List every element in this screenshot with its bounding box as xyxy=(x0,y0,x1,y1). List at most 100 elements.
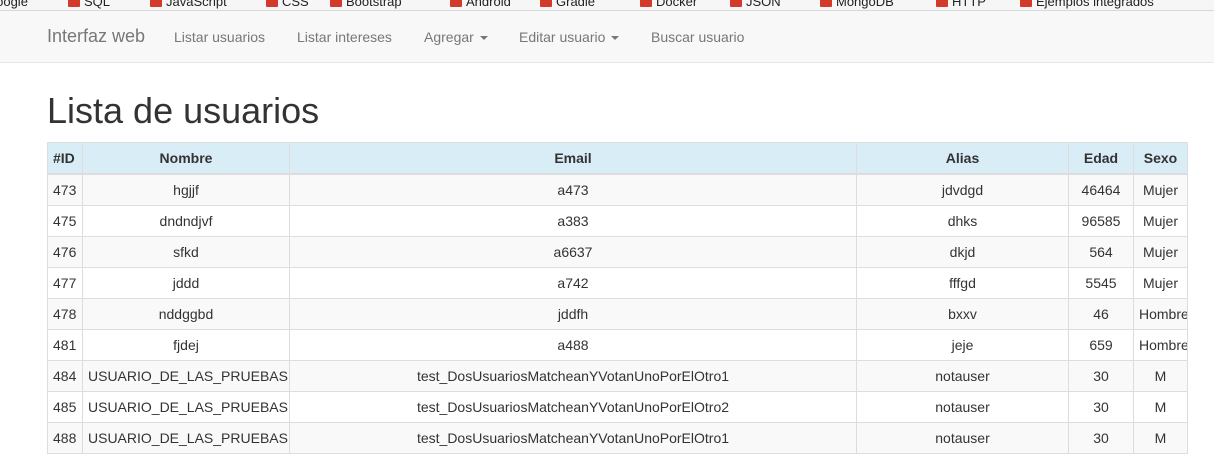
cell-nombre: nddggbd xyxy=(82,298,290,330)
nav-item-listar-intereses[interactable]: Listar intereses xyxy=(297,29,392,45)
cell-id: 473 xyxy=(47,173,83,206)
cell-edad: 564 xyxy=(1068,236,1134,268)
cell-alias: jeje xyxy=(856,329,1069,361)
cell-id: 485 xyxy=(47,391,83,423)
cell-email: a6637 xyxy=(289,236,857,268)
cell-edad: 30 xyxy=(1068,391,1134,423)
bookmark-item[interactable]: JSON xyxy=(730,0,781,9)
cell-nombre: dndndjvf xyxy=(82,205,290,237)
cell-email: a383 xyxy=(289,205,857,237)
cell-nombre: hgjjf xyxy=(82,173,290,206)
table-row: 476 sfkd a6637 dkjd 564 Mujer xyxy=(47,236,1188,268)
table-row: 475 dndndjvf a383 dhks 96585 Mujer xyxy=(47,205,1188,237)
bookmark-item[interactable]: CSS xyxy=(266,0,309,9)
table-row: 477 jddd a742 fffgd 5545 Mujer xyxy=(47,267,1188,299)
cell-nombre: jddd xyxy=(82,267,290,299)
bookmark-icon xyxy=(540,0,552,7)
cell-nombre: sfkd xyxy=(82,236,290,268)
table-row: 478 nddggbd jddfh bxxv 46 Hombre xyxy=(47,298,1188,330)
bookmark-icon xyxy=(1020,0,1032,7)
nav-item-label: Listar usuarios xyxy=(174,29,266,45)
cell-sexo: Hombre xyxy=(1133,298,1188,330)
cell-sexo: M xyxy=(1133,391,1188,423)
nav-item-buscar-usuario[interactable]: Buscar usuario xyxy=(651,29,744,45)
bookmark-item[interactable]: SQL xyxy=(68,0,111,9)
cell-email: test_DosUsuariosMatcheanYVotanUnoPorElOt… xyxy=(289,422,857,454)
cell-sexo: Mujer xyxy=(1133,205,1188,237)
cell-email: a488 xyxy=(289,329,857,361)
cell-email: a473 xyxy=(289,173,857,206)
cell-id: 475 xyxy=(47,205,83,237)
column-header-id: #ID xyxy=(47,142,83,175)
bookmark-label: SQL xyxy=(84,0,111,9)
bookmark-label: HTTP xyxy=(952,0,986,9)
nav-item-label: Agregar xyxy=(424,29,474,45)
navbar-brand[interactable]: Interfaz web xyxy=(47,26,145,47)
cell-id: 478 xyxy=(47,298,83,330)
cell-nombre: USUARIO_DE_LAS_PRUEBAS xyxy=(82,391,290,423)
cell-id: 477 xyxy=(47,267,83,299)
bookmark-label: Ejemplos integrados xyxy=(1036,0,1154,9)
bookmark-item[interactable]: Android xyxy=(450,0,511,9)
bookmark-label: Android xyxy=(466,0,511,9)
nav-item-label: Buscar usuario xyxy=(651,29,745,45)
bookmark-item[interactable]: Gradle xyxy=(540,0,596,9)
bookmark-label: Gradle xyxy=(556,0,596,9)
cell-id: 488 xyxy=(47,422,83,454)
cell-edad: 46464 xyxy=(1068,173,1134,206)
cell-alias: notauser xyxy=(856,360,1069,392)
cell-sexo: Mujer xyxy=(1133,267,1188,299)
bookmark-icon xyxy=(150,0,162,7)
bookmark-label: CSS xyxy=(282,0,309,9)
page-title: Lista de usuarios xyxy=(47,90,320,131)
bookmark-item[interactable]: JavaScript xyxy=(150,0,227,9)
bookmark-item[interactable]: Docker xyxy=(640,0,697,9)
nav-item-listar-usuarios[interactable]: Listar usuarios xyxy=(174,29,265,45)
bookmark-label: Google xyxy=(0,0,28,9)
cell-alias: dhks xyxy=(856,205,1069,237)
table-row: 488 USUARIO_DE_LAS_PRUEBAS test_DosUsuar… xyxy=(47,422,1188,454)
bookmark-item[interactable]: Ejemplos integrados xyxy=(1020,0,1154,9)
cell-alias: jdvdgd xyxy=(856,173,1069,206)
bookmark-icon xyxy=(450,0,462,7)
nav-item-agregar-dropdown[interactable]: Agregar xyxy=(424,29,488,45)
cell-sexo: M xyxy=(1133,422,1188,454)
bookmark-label: Bootstrap xyxy=(346,0,402,9)
table-row: 484 USUARIO_DE_LAS_PRUEBAS test_DosUsuar… xyxy=(47,360,1188,392)
bookmarks-bar: Google SQL JavaScript CSS Bootstrap Andr… xyxy=(0,0,1214,11)
cell-sexo: Mujer xyxy=(1133,173,1188,206)
cell-email: a742 xyxy=(289,267,857,299)
column-header-nombre: Nombre xyxy=(82,142,290,175)
caret-down-icon xyxy=(479,36,488,41)
nav-item-label: Listar intereses xyxy=(297,29,392,45)
nav-item-editar-usuario-dropdown[interactable]: Editar usuario xyxy=(519,29,620,45)
cell-email: jddfh xyxy=(289,298,857,330)
cell-id: 484 xyxy=(47,360,83,392)
cell-edad: 46 xyxy=(1068,298,1134,330)
table-row: 473 hgjjf a473 jdvdgd 46464 Mujer xyxy=(47,173,1188,206)
cell-edad: 96585 xyxy=(1068,205,1134,237)
bookmark-icon xyxy=(936,0,948,7)
bookmark-label: MongoDB xyxy=(836,0,894,9)
cell-alias: notauser xyxy=(856,391,1069,423)
cell-alias: notauser xyxy=(856,422,1069,454)
navbar: Interfaz web Listar usuarios Listar inte… xyxy=(0,11,1214,63)
bookmark-item[interactable]: MongoDB xyxy=(820,0,894,9)
cell-edad: 659 xyxy=(1068,329,1134,361)
table-row: 485 USUARIO_DE_LAS_PRUEBAS test_DosUsuar… xyxy=(47,391,1188,423)
cell-nombre: USUARIO_DE_LAS_PRUEBAS xyxy=(82,360,290,392)
caret-down-icon xyxy=(611,36,620,41)
cell-alias: fffgd xyxy=(856,267,1069,299)
bookmark-item[interactable]: Google xyxy=(0,0,28,9)
bookmark-item[interactable]: Bootstrap xyxy=(330,0,402,9)
nav-item-label: Editar usuario xyxy=(519,29,606,45)
cell-alias: bxxv xyxy=(856,298,1069,330)
bookmark-icon xyxy=(68,0,80,7)
cell-sexo: Mujer xyxy=(1133,236,1188,268)
cell-sexo: M xyxy=(1133,360,1188,392)
table-row: 481 fjdej a488 jeje 659 Hombre xyxy=(47,329,1188,361)
cell-nombre: fjdej xyxy=(82,329,290,361)
cell-email: test_DosUsuariosMatcheanYVotanUnoPorElOt… xyxy=(289,360,857,392)
users-table: #ID Nombre Email Alias Edad Sexo 473 hgj… xyxy=(47,142,1188,454)
bookmark-item[interactable]: HTTP xyxy=(936,0,986,9)
